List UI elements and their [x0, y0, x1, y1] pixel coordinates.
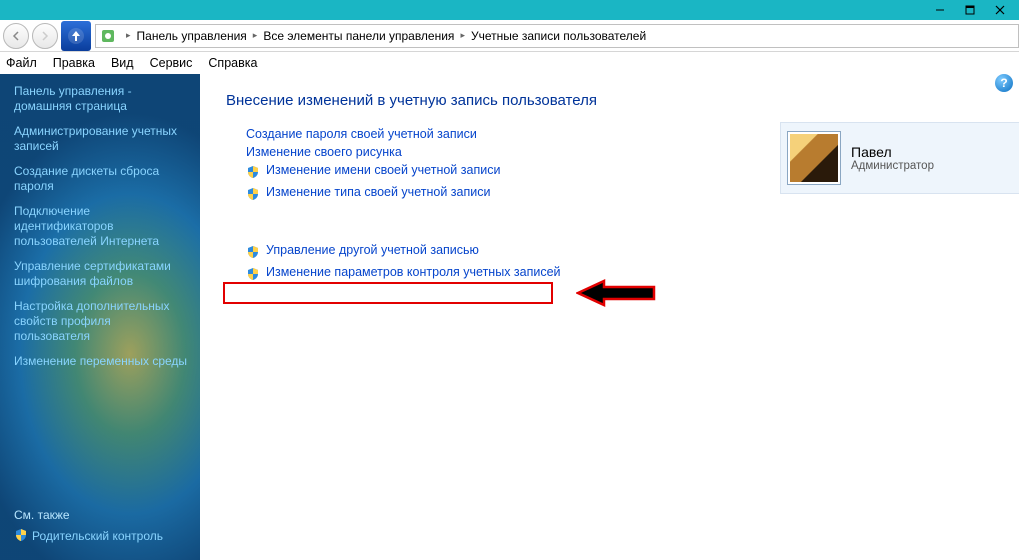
task-manage-other[interactable]: Управление другой учетной записью [266, 243, 479, 257]
shield-icon [246, 187, 260, 201]
sidebar: Панель управления - домашняя страница Ад… [0, 74, 200, 560]
sidebar-item-home[interactable]: Панель управления - домашняя страница [14, 84, 190, 114]
shield-icon [246, 245, 260, 259]
breadcrumb-level1[interactable]: Панель управления [137, 29, 247, 43]
forward-button[interactable] [32, 23, 58, 49]
sidebar-item-reset-disk[interactable]: Создание дискеты сброса пароля [14, 164, 190, 194]
task-change-name[interactable]: Изменение имени своей учетной записи [266, 163, 500, 177]
up-button[interactable] [61, 21, 91, 51]
window-titlebar [0, 0, 1019, 20]
back-button[interactable] [3, 23, 29, 49]
breadcrumb[interactable]: ▸ Панель управления ▸ Все элементы панел… [95, 24, 1019, 48]
sidebar-item-parental[interactable]: Родительский контроль [14, 528, 190, 544]
sidebar-item-admin-accounts[interactable]: Администрирование учетных записей [14, 124, 190, 154]
close-button[interactable] [985, 0, 1015, 20]
account-tile[interactable]: Павел Администратор [780, 122, 1019, 194]
task-create-password[interactable]: Создание пароля своей учетной записи [246, 127, 561, 141]
task-change-type[interactable]: Изменение типа своей учетной записи [266, 185, 490, 199]
menu-edit[interactable]: Правка [53, 56, 95, 70]
help-icon[interactable]: ? [995, 74, 1013, 92]
account-name: Павел [851, 144, 934, 160]
menu-file[interactable]: Файл [6, 56, 37, 70]
breadcrumb-level3[interactable]: Учетные записи пользователей [471, 29, 646, 43]
sidebar-item-advanced-profile[interactable]: Настройка дополнительных свойств профиля… [14, 299, 190, 344]
address-bar: ▸ Панель управления ▸ Все элементы панел… [0, 20, 1019, 52]
menu-view[interactable]: Вид [111, 56, 134, 70]
shield-icon [246, 165, 260, 179]
shield-icon [246, 267, 260, 281]
sidebar-item-online-ids[interactable]: Подключение идентификаторов пользователе… [14, 204, 190, 249]
chevron-right-icon: ▸ [460, 30, 465, 41]
maximize-button[interactable] [955, 0, 985, 20]
menu-tools[interactable]: Сервис [150, 56, 193, 70]
annotation-arrow-icon [576, 278, 656, 308]
task-uac-settings[interactable]: Изменение параметров контроля учетных за… [266, 265, 561, 279]
task-change-picture[interactable]: Изменение своего рисунка [246, 145, 561, 159]
breadcrumb-level2[interactable]: Все элементы панели управления [263, 29, 454, 43]
sidebar-item-certificates[interactable]: Управление сертификатами шифрования файл… [14, 259, 190, 289]
minimize-button[interactable] [925, 0, 955, 20]
account-role: Администратор [851, 160, 934, 172]
shield-icon [14, 528, 28, 542]
menu-bar: Файл Правка Вид Сервис Справка [0, 52, 1019, 74]
menu-help[interactable]: Справка [208, 56, 257, 70]
chevron-right-icon: ▸ [253, 30, 258, 41]
avatar [787, 131, 841, 185]
main-content: ? Внесение изменений в учетную запись по… [200, 74, 1019, 560]
page-heading: Внесение изменений в учетную запись поль… [226, 92, 1001, 109]
see-also-label: См. также [14, 508, 190, 522]
sidebar-item-env-vars[interactable]: Изменение переменных среды [14, 354, 190, 369]
control-panel-icon [100, 28, 116, 44]
chevron-right-icon: ▸ [126, 30, 131, 41]
